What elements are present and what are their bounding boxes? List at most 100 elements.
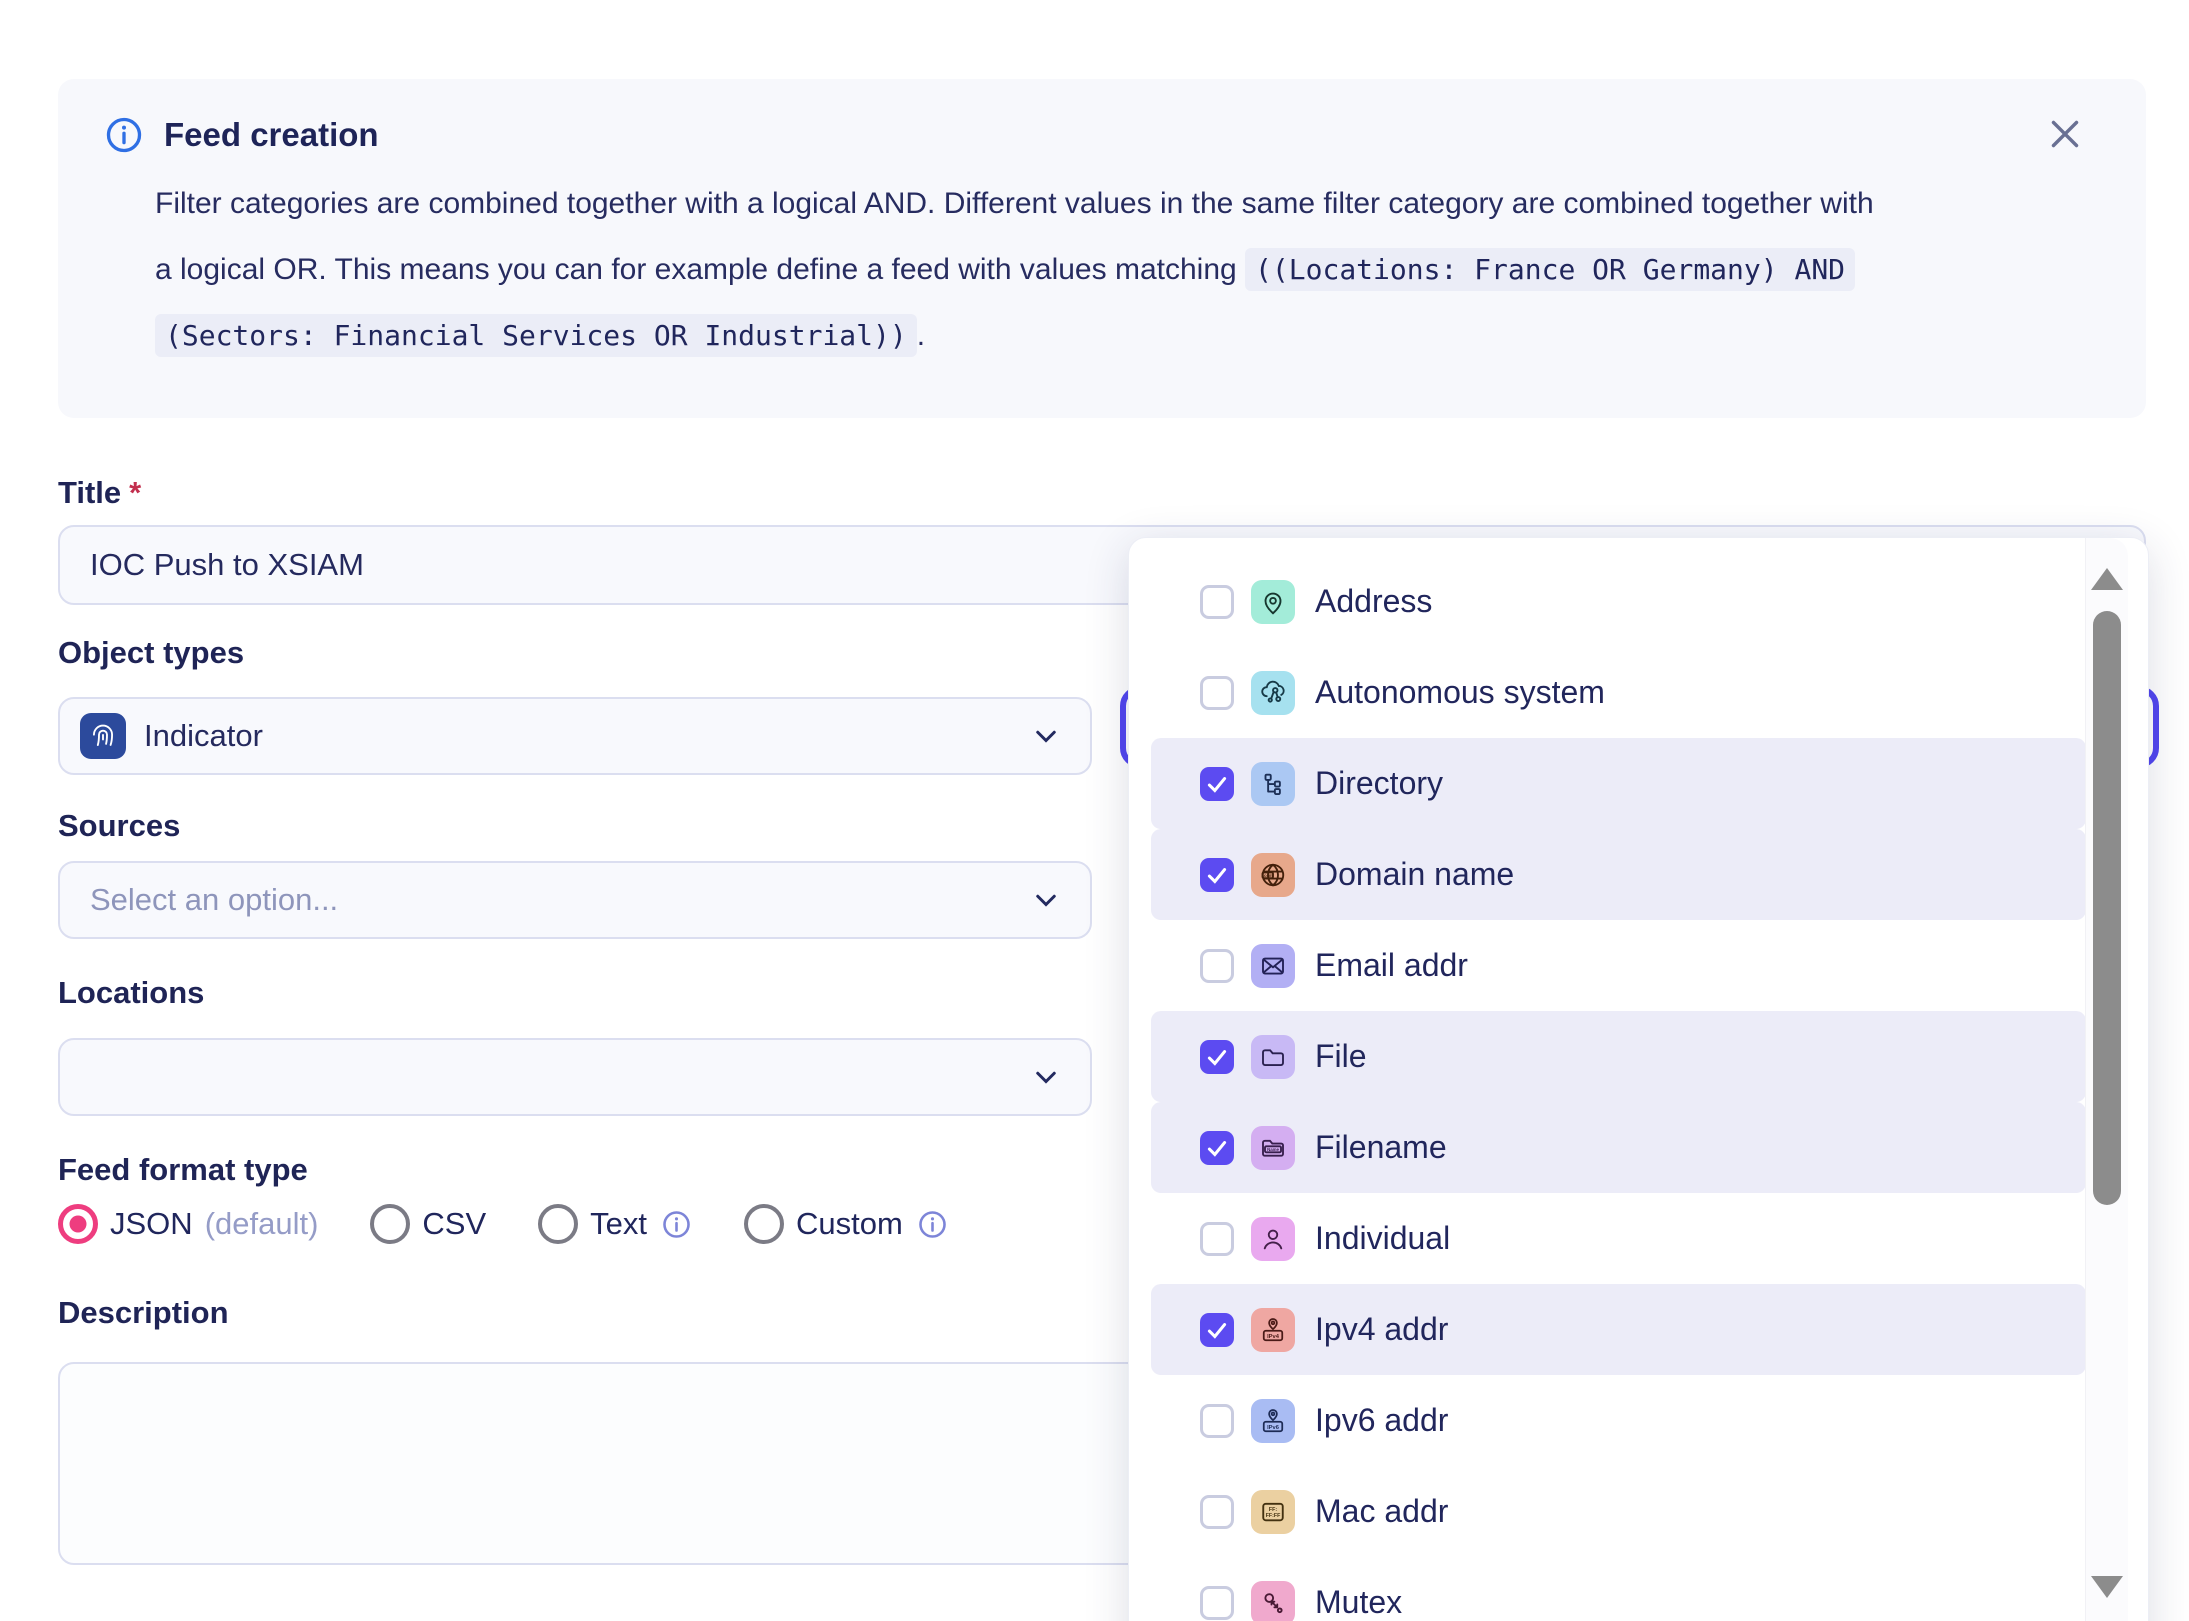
sources-select[interactable]: Select an option...: [58, 861, 1092, 939]
info-banner: Feed creation Filter categories are comb…: [58, 79, 2146, 418]
title-label: Title*: [58, 475, 141, 511]
domain-name-checkbox[interactable]: [1200, 858, 1234, 892]
menu-item-directory[interactable]: Directory: [1151, 738, 2086, 829]
menu-item-label: Autonomous system: [1315, 674, 1605, 711]
menu-item-file[interactable]: File: [1151, 1011, 2086, 1102]
menu-item-label: Ipv4 addr: [1315, 1311, 1448, 1348]
address-checkbox[interactable]: [1200, 585, 1234, 619]
mac-addr-icon: FF: FF:FF: [1251, 1490, 1295, 1534]
radio-text-circle[interactable]: [538, 1204, 578, 1244]
menu-item-filename[interactable]: Name Filename: [1151, 1102, 2086, 1193]
scroll-up-arrow-icon[interactable]: [2091, 568, 2123, 590]
domain-name-icon: .com: [1251, 853, 1295, 897]
object-types-label: Object types: [58, 635, 244, 671]
filter-example-code: ((Locations: France OR Germany) AND: [1245, 248, 1855, 291]
svg-text:FF:FF: FF:FF: [1266, 1513, 1281, 1519]
menu-item-mutex[interactable]: Mutex: [1151, 1557, 2086, 1621]
close-button[interactable]: [2042, 111, 2088, 157]
chevron-down-icon: [1028, 1059, 1064, 1095]
individual-checkbox[interactable]: [1200, 1222, 1234, 1256]
ipv6-addr-icon: IPv6: [1251, 1399, 1295, 1443]
scrollbar-thumb[interactable]: [2093, 611, 2121, 1205]
svg-text:IPv4: IPv4: [1267, 1333, 1280, 1339]
description-label: Description: [58, 1295, 229, 1331]
check-icon: [1204, 1135, 1230, 1161]
menu-scrollbar[interactable]: [2085, 538, 2128, 1621]
feed-format-label: Feed format type: [58, 1152, 308, 1188]
menu-item-label: Address: [1315, 583, 1432, 620]
individual-icon: [1251, 1217, 1295, 1261]
menu-item-label: Mac addr: [1315, 1493, 1448, 1530]
radio-custom[interactable]: Custom: [744, 1204, 948, 1244]
check-icon: [1204, 862, 1230, 888]
check-icon: [1204, 1317, 1230, 1343]
svg-text:IPv6: IPv6: [1267, 1424, 1279, 1430]
title-value: IOC Push to XSIAM: [90, 547, 364, 583]
file-icon: [1251, 1035, 1295, 1079]
menu-item-label: Mutex: [1315, 1584, 1402, 1621]
directory-checkbox[interactable]: [1200, 767, 1234, 801]
radio-csv-circle[interactable]: [370, 1204, 410, 1244]
check-icon: [1204, 1044, 1230, 1070]
radio-text[interactable]: Text: [538, 1204, 692, 1244]
directory-icon: [1251, 762, 1295, 806]
radio-custom-circle[interactable]: [744, 1204, 784, 1244]
menu-item-domain-name[interactable]: .com Domain name: [1151, 829, 2086, 920]
info-icon: [104, 115, 144, 155]
mac-addr-checkbox[interactable]: [1200, 1495, 1234, 1529]
menu-item-label: File: [1315, 1038, 1367, 1075]
radio-csv[interactable]: CSV: [370, 1204, 486, 1244]
email-addr-icon: [1251, 944, 1295, 988]
menu-item-label: Filename: [1315, 1129, 1447, 1166]
sources-placeholder: Select an option...: [90, 882, 338, 918]
address-icon: [1251, 580, 1295, 624]
close-icon: [2042, 111, 2088, 157]
menu-item-email-addr[interactable]: Email addr: [1151, 920, 2086, 1011]
json-default-suffix: (default): [205, 1206, 319, 1242]
filename-checkbox[interactable]: [1200, 1131, 1234, 1165]
scroll-down-arrow-icon[interactable]: [2091, 1576, 2123, 1598]
locations-select[interactable]: [58, 1038, 1092, 1116]
object-types-select[interactable]: Indicator: [58, 697, 1092, 775]
ipv4-addr-icon: IPv4: [1251, 1308, 1295, 1352]
object-types-value: Indicator: [144, 718, 263, 754]
menu-item-label: Domain name: [1315, 856, 1514, 893]
menu-item-label: Individual: [1315, 1220, 1450, 1257]
radio-json-circle[interactable]: [58, 1204, 98, 1244]
autonomous-system-checkbox[interactable]: [1200, 676, 1234, 710]
email-addr-checkbox[interactable]: [1200, 949, 1234, 983]
svg-text:FF:: FF:: [1269, 1506, 1277, 1512]
menu-item-ipv6-addr[interactable]: IPv6 Ipv6 addr: [1151, 1375, 2086, 1466]
chevron-down-icon: [1028, 718, 1064, 754]
file-checkbox[interactable]: [1200, 1040, 1234, 1074]
menu-item-label: Ipv6 addr: [1315, 1402, 1448, 1439]
mutex-icon: [1251, 1581, 1295, 1621]
filter-example-code: (Sectors: Financial Services OR Industri…: [155, 314, 917, 357]
menu-item-ipv4-addr[interactable]: IPv4 Ipv4 addr: [1151, 1284, 2086, 1375]
ipv4-addr-checkbox[interactable]: [1200, 1313, 1234, 1347]
menu-item-autonomous-system[interactable]: Autonomous system: [1151, 647, 2086, 738]
svg-text:Name: Name: [1267, 1146, 1279, 1151]
custom-info-icon[interactable]: [917, 1209, 948, 1240]
menu-item-mac-addr[interactable]: FF: FF:FF Mac addr: [1151, 1466, 2086, 1557]
mutex-checkbox[interactable]: [1200, 1586, 1234, 1620]
indicator-icon: [80, 713, 126, 759]
ipv6-addr-checkbox[interactable]: [1200, 1404, 1234, 1438]
filename-icon: Name: [1251, 1126, 1295, 1170]
menu-item-label: Directory: [1315, 765, 1443, 802]
object-types-menu: Address Autonomous system: [1128, 537, 2149, 1621]
radio-json[interactable]: JSON(default): [58, 1204, 318, 1244]
svg-text:.com: .com: [1263, 872, 1273, 877]
text-info-icon[interactable]: [661, 1209, 692, 1240]
required-asterisk: *: [129, 475, 141, 510]
menu-list: Address Autonomous system: [1129, 556, 2086, 1621]
banner-title: Feed creation: [164, 116, 379, 154]
feed-creation-form: Feed creation Filter categories are comb…: [0, 0, 2189, 1621]
menu-item-individual[interactable]: Individual: [1151, 1193, 2086, 1284]
chevron-down-icon: [1028, 882, 1064, 918]
sources-label: Sources: [58, 808, 180, 844]
feed-format-radio-group: JSON(default) CSV Text Custom: [58, 1204, 948, 1244]
check-icon: [1204, 771, 1230, 797]
menu-item-address[interactable]: Address: [1151, 556, 2086, 647]
banner-description: Filter categories are combined together …: [155, 171, 1874, 369]
